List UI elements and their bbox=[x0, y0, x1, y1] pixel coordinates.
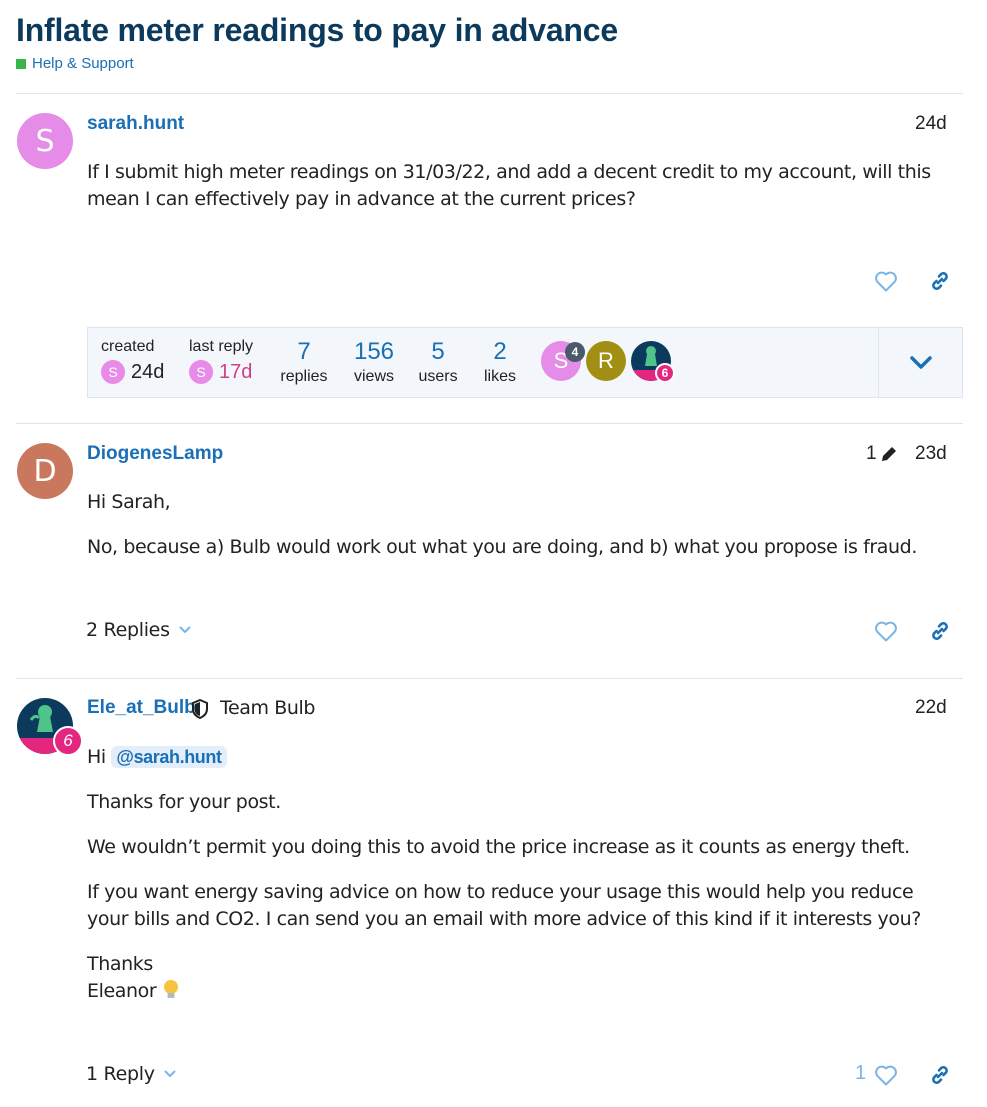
post-date[interactable]: 22d bbox=[915, 697, 947, 719]
post-count-badge: 6 bbox=[655, 363, 675, 383]
lightbulb-icon bbox=[163, 980, 178, 998]
signature: Eleanor bbox=[87, 980, 157, 1002]
like-button[interactable] bbox=[871, 616, 901, 646]
post-paragraph: If you want energy saving advice on how … bbox=[87, 881, 921, 930]
divider bbox=[16, 678, 963, 679]
post-count-badge: 4 bbox=[565, 342, 585, 362]
link-icon bbox=[932, 1066, 948, 1084]
topic-map: created S 24d last reply S 17d 7 replies… bbox=[87, 327, 963, 398]
link-icon bbox=[932, 622, 948, 640]
user-mention[interactable]: @sarah.hunt bbox=[111, 746, 227, 768]
share-link-button[interactable] bbox=[925, 266, 955, 296]
post-author[interactable]: Ele_at_Bulb bbox=[87, 697, 196, 719]
replies-label: replies bbox=[280, 368, 328, 385]
post-paragraph: Thanks for your post. bbox=[87, 791, 281, 813]
post-author[interactable]: DiogenesLamp bbox=[87, 443, 223, 465]
shield-icon bbox=[192, 698, 208, 720]
avatar-letter: D bbox=[33, 453, 57, 489]
users-count: 5 bbox=[431, 338, 445, 365]
post-body: Hi Sarah, No, because a) Bulb would work… bbox=[87, 489, 947, 579]
participant-avatar[interactable]: R bbox=[586, 341, 626, 381]
last-reply-value: 17d bbox=[219, 360, 253, 383]
edit-count: 1 bbox=[866, 443, 877, 464]
created-value: 24d bbox=[131, 360, 165, 383]
topic-created[interactable]: created S 24d bbox=[101, 338, 164, 384]
users-stat: 5 users bbox=[414, 338, 462, 386]
post-paragraph: If I submit high meter readings on 31/03… bbox=[87, 161, 931, 210]
chevron-down-icon bbox=[163, 1070, 176, 1078]
signoff: Thanks bbox=[87, 953, 153, 975]
show-replies-button[interactable]: 2 Replies bbox=[86, 619, 192, 641]
edit-history-button[interactable]: 1 bbox=[866, 443, 899, 465]
replies-label: 2 Replies bbox=[86, 619, 170, 641]
expand-topic-map-button[interactable] bbox=[878, 328, 962, 397]
post-paragraph: We wouldn’t permit you doing this to avo… bbox=[87, 836, 910, 858]
divider bbox=[16, 423, 963, 424]
post-paragraph: Hi @sarah.hunt bbox=[87, 744, 947, 771]
heart-icon bbox=[875, 1065, 897, 1086]
post-date[interactable]: 23d bbox=[915, 443, 947, 465]
pencil-icon bbox=[881, 447, 896, 461]
topic-last-reply[interactable]: last reply S 17d bbox=[189, 338, 253, 384]
views-count: 156 bbox=[353, 338, 395, 365]
views-stat: 156 views bbox=[348, 338, 400, 386]
user-title: Team Bulb bbox=[220, 697, 316, 719]
greeting: Hi bbox=[87, 746, 106, 768]
like-count[interactable]: 1 bbox=[855, 1062, 866, 1085]
heart-icon bbox=[875, 621, 897, 642]
divider bbox=[16, 93, 963, 94]
replies-stat: 7 replies bbox=[278, 338, 330, 386]
avatar-letter: S bbox=[35, 123, 55, 159]
show-replies-button[interactable]: 1 Reply bbox=[86, 1063, 177, 1085]
share-link-button[interactable] bbox=[925, 1060, 955, 1090]
last-reply-label: last reply bbox=[189, 338, 254, 355]
heart-icon bbox=[875, 271, 897, 292]
post-date[interactable]: 24d bbox=[915, 113, 947, 135]
users-label: users bbox=[418, 368, 458, 385]
post-paragraph: Thanks Eleanor bbox=[87, 951, 947, 1005]
category-badge[interactable]: Help & Support bbox=[16, 55, 134, 72]
likes-stat: 2 likes bbox=[478, 338, 522, 386]
link-icon bbox=[932, 272, 948, 290]
replies-label: 1 Reply bbox=[86, 1063, 155, 1085]
likes-count: 2 bbox=[493, 338, 507, 365]
avatar-letter: R bbox=[598, 348, 614, 373]
views-label: views bbox=[353, 368, 394, 385]
post-paragraph: Hi Sarah, bbox=[87, 491, 171, 513]
replies-count: 7 bbox=[297, 338, 311, 365]
post-body: If I submit high meter readings on 31/03… bbox=[87, 159, 947, 231]
category-name: Help & Support bbox=[32, 55, 134, 72]
likes-label: likes bbox=[483, 368, 516, 385]
post-body: Hi @sarah.hunt Thanks for your post. We … bbox=[87, 744, 947, 1005]
avatar[interactable]: S bbox=[17, 113, 73, 169]
like-button[interactable] bbox=[871, 266, 901, 296]
avatar[interactable]: D bbox=[17, 443, 73, 499]
topic-title[interactable]: Inflate meter readings to pay in advance bbox=[16, 12, 618, 49]
moderator-flair bbox=[191, 698, 209, 724]
post-count-badge: 6 bbox=[53, 726, 83, 756]
post-author[interactable]: sarah.hunt bbox=[87, 113, 184, 135]
avatar: S bbox=[189, 360, 213, 384]
chevron-down-icon bbox=[909, 355, 932, 369]
avatar: S bbox=[101, 360, 125, 384]
chevron-down-icon bbox=[178, 626, 191, 634]
post-paragraph: No, because a) Bulb would work out what … bbox=[87, 536, 917, 558]
like-button[interactable] bbox=[871, 1060, 901, 1090]
category-color-square bbox=[16, 58, 26, 69]
share-link-button[interactable] bbox=[925, 616, 955, 646]
created-label: created bbox=[101, 338, 155, 355]
